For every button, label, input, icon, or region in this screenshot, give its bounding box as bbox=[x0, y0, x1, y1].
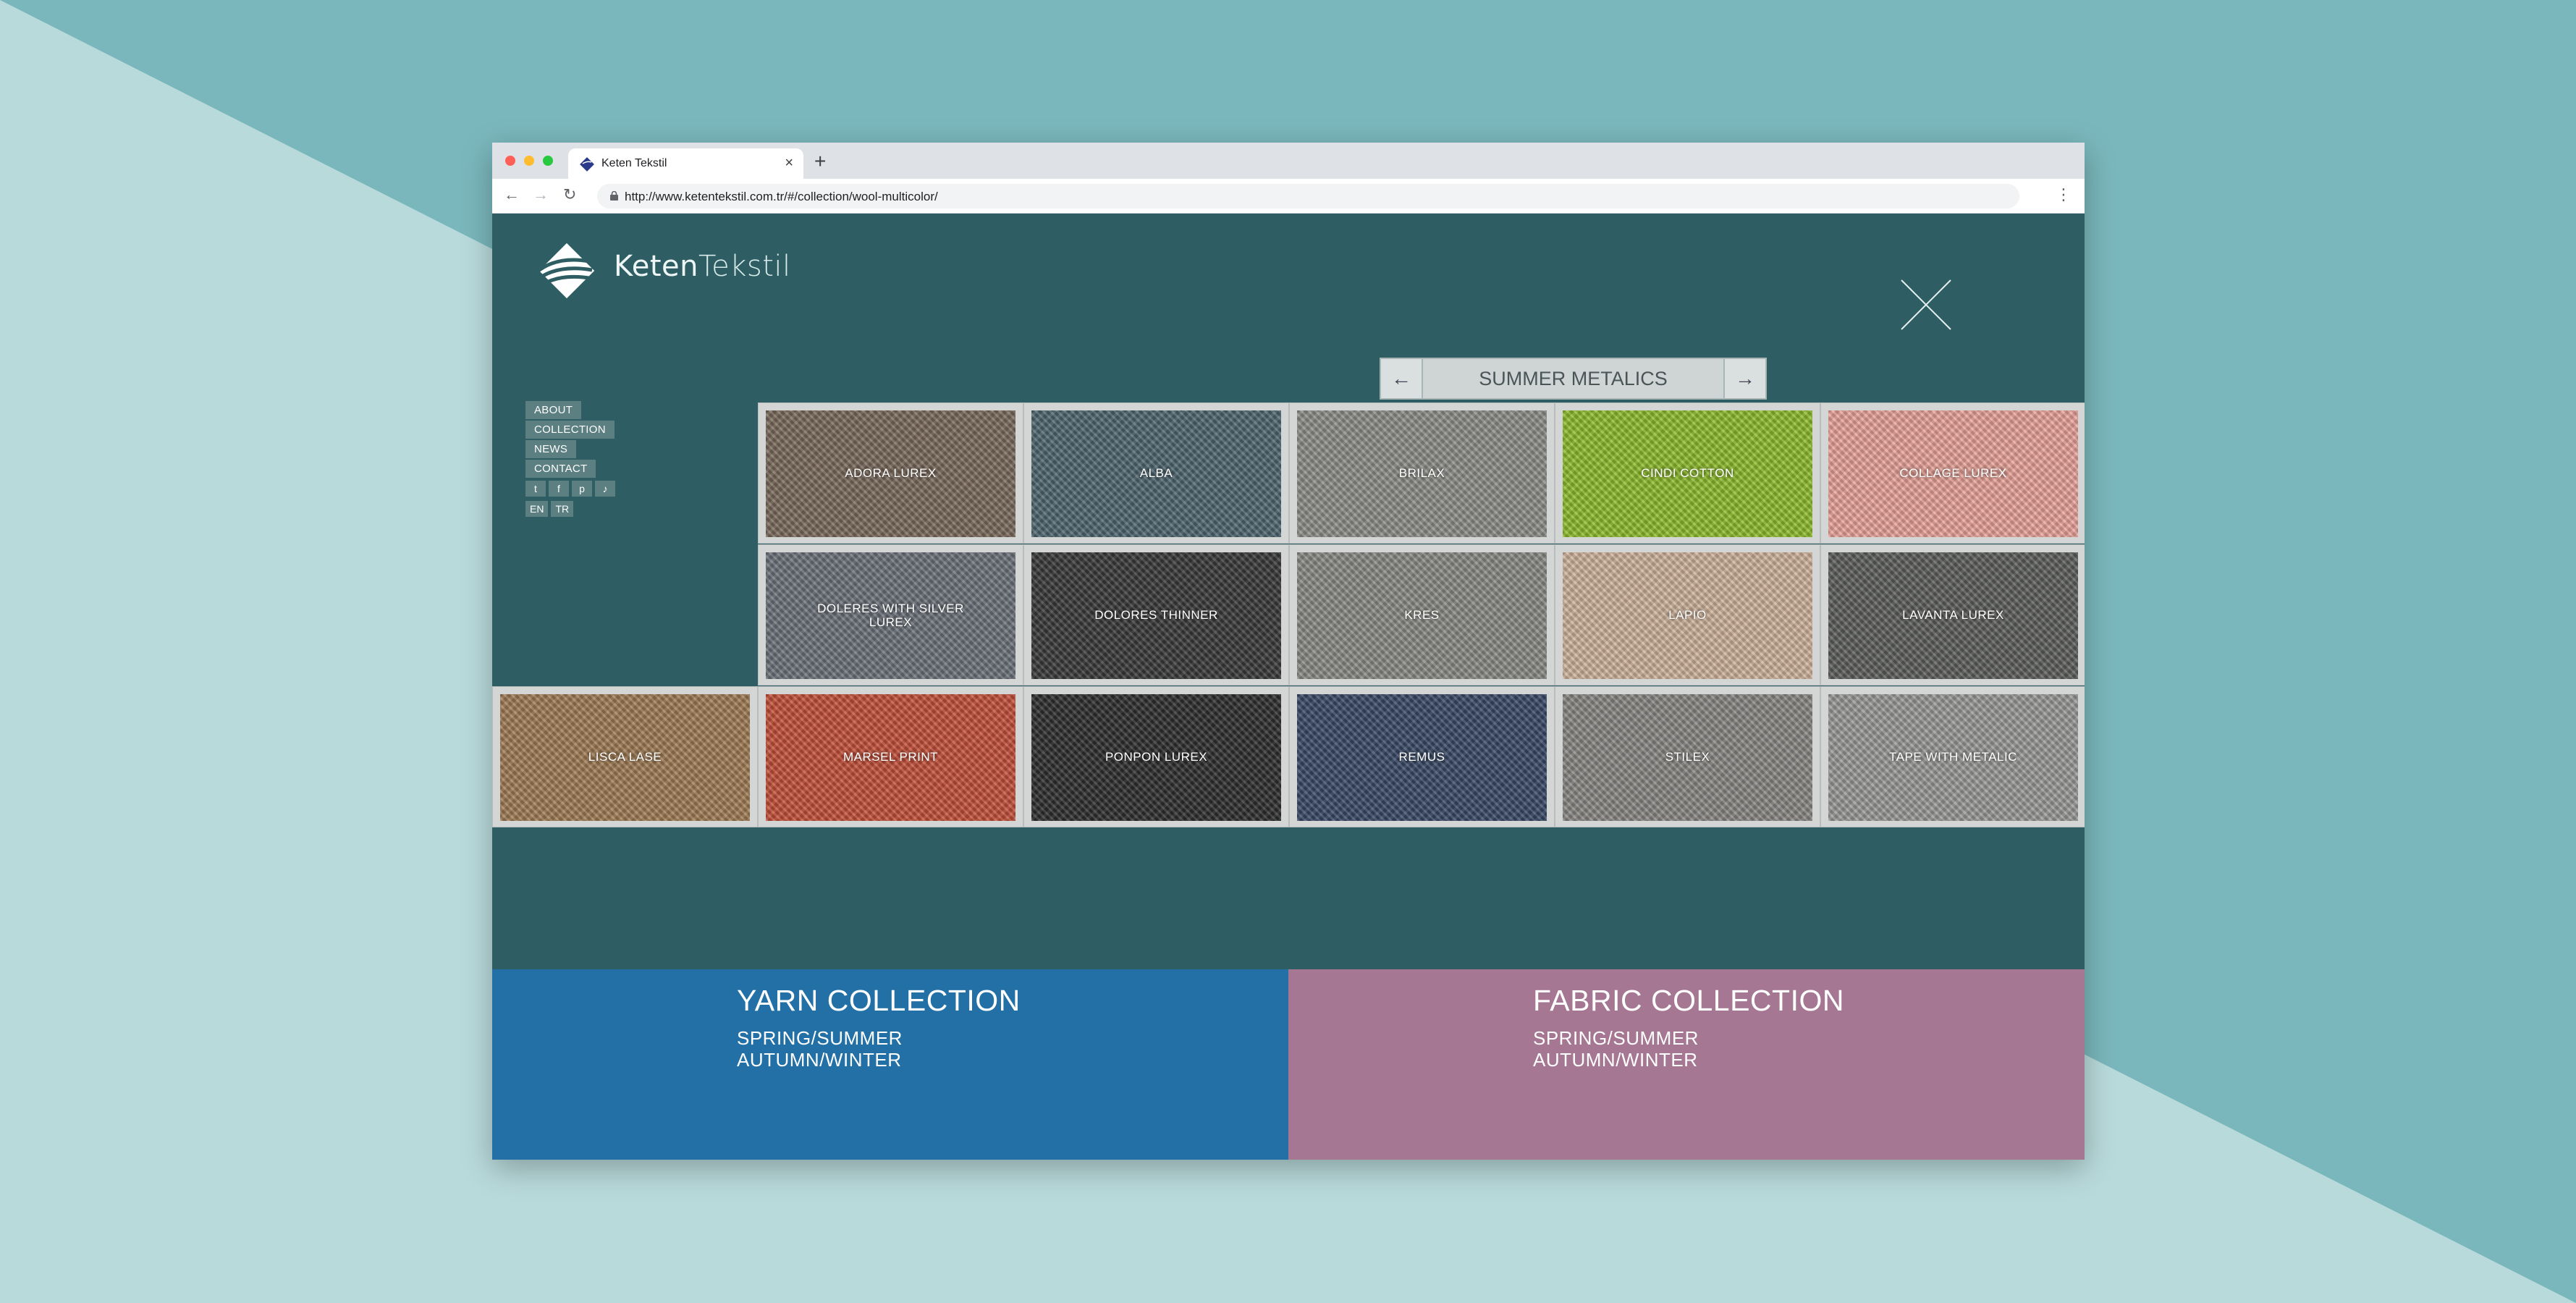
browser-tab[interactable]: Keten Tekstil × bbox=[568, 148, 803, 179]
yarn-collection-title[interactable]: YARN COLLECTION bbox=[737, 984, 1021, 1018]
product-tile[interactable]: MARSEL PRINT bbox=[758, 686, 1023, 827]
collection-title: SUMMER METALICS bbox=[1479, 368, 1668, 389]
product-tile[interactable]: PONPON LUREX bbox=[1023, 686, 1289, 827]
fabric-collection-title[interactable]: FABRIC COLLECTION bbox=[1533, 984, 1844, 1018]
maximize-window-button[interactable] bbox=[543, 156, 553, 166]
prev-collection-button[interactable]: ← bbox=[1381, 359, 1423, 398]
fabric-collection-panel[interactable]: FABRIC COLLECTION SPRING/SUMMER AUTUMN/W… bbox=[1288, 969, 2085, 1160]
product-tile[interactable]: TAPE WITH METALIC bbox=[1820, 686, 2085, 827]
product-tile[interactable]: REMUS bbox=[1289, 686, 1555, 827]
twitter-icon[interactable]: t bbox=[525, 481, 546, 497]
product-name: ALBA bbox=[1139, 466, 1173, 481]
fabric-spring-summer-link[interactable]: SPRING/SUMMER bbox=[1533, 1027, 1699, 1050]
product-name: KRES bbox=[1404, 608, 1440, 623]
product-name: BRILAX bbox=[1398, 466, 1445, 481]
product-name: LAPIO bbox=[1668, 608, 1707, 623]
new-tab-button[interactable]: + bbox=[814, 150, 826, 173]
product-tile[interactable]: DOLERES WITH SILVER LUREX bbox=[758, 544, 1023, 686]
product-name: LAVANTA LUREX bbox=[1902, 608, 2004, 623]
yarn-autumn-winter-link[interactable]: AUTUMN/WINTER bbox=[737, 1049, 901, 1071]
menu-about[interactable]: ABOUT bbox=[525, 401, 582, 419]
reload-button[interactable]: ↻ bbox=[563, 185, 576, 204]
tab-close-icon[interactable]: × bbox=[785, 155, 793, 172]
product-name: MARSEL PRINT bbox=[843, 750, 938, 764]
browser-menu-icon[interactable]: ⋮ bbox=[2056, 185, 2072, 204]
favicon-icon bbox=[580, 157, 594, 172]
product-tile[interactable]: KRES bbox=[1289, 544, 1555, 686]
yarn-spring-summer-link[interactable]: SPRING/SUMMER bbox=[737, 1027, 903, 1050]
brand-part-2: Tekstil bbox=[698, 250, 791, 283]
product-name: DOLERES WITH SILVER LUREX bbox=[817, 601, 964, 629]
tab-title: Keten Tekstil bbox=[601, 157, 667, 169]
brand-name[interactable]: KetenTekstil bbox=[614, 250, 791, 283]
product-tile[interactable]: COLLAGE LUREX bbox=[1820, 402, 2085, 544]
browser-window: Keten Tekstil × + ← → ↻ http://www.keten… bbox=[492, 143, 2085, 1160]
close-icon[interactable] bbox=[1900, 279, 1952, 331]
product-tile[interactable]: LAPIO bbox=[1555, 544, 1820, 686]
next-collection-button[interactable]: → bbox=[1723, 359, 1765, 398]
back-button[interactable]: ← bbox=[504, 185, 520, 204]
close-window-button[interactable] bbox=[505, 156, 515, 166]
social-links: t f p ♪ bbox=[525, 481, 615, 497]
brand-part-1: Keten bbox=[614, 250, 698, 283]
product-name: ADORA LUREX bbox=[845, 466, 937, 481]
product-name: DOLORES THINNER bbox=[1094, 608, 1218, 623]
menu-news[interactable]: NEWS bbox=[525, 440, 577, 458]
sound-icon[interactable]: ♪ bbox=[595, 481, 615, 497]
lang-en[interactable]: EN bbox=[525, 501, 549, 517]
tab-strip: Keten Tekstil × + bbox=[492, 143, 2085, 179]
product-name: TAPE WITH METALIC bbox=[1889, 750, 2017, 764]
product-name: REMUS bbox=[1398, 750, 1445, 764]
product-tile[interactable]: ALBA bbox=[1023, 402, 1289, 544]
menu-contact[interactable]: CONTACT bbox=[525, 460, 596, 478]
lock-icon bbox=[610, 191, 618, 201]
product-tile[interactable]: ADORA LUREX bbox=[758, 402, 1023, 544]
fabric-autumn-winter-link[interactable]: AUTUMN/WINTER bbox=[1533, 1049, 1697, 1071]
minimize-window-button[interactable] bbox=[524, 156, 534, 166]
product-name: CINDI COTTON bbox=[1641, 466, 1734, 481]
product-tile[interactable]: CINDI COTTON bbox=[1555, 402, 1820, 544]
forward-button[interactable]: → bbox=[533, 185, 549, 204]
product-tile[interactable]: BRILAX bbox=[1289, 402, 1555, 544]
address-bar[interactable]: http://www.ketentekstil.com.tr/#/collect… bbox=[597, 184, 2019, 208]
page-content: KetenTekstil ABOUT COLLECTION NEWS CONTA… bbox=[492, 214, 2085, 1160]
lang-tr[interactable]: TR bbox=[551, 501, 574, 517]
menu-collection[interactable]: COLLECTION bbox=[525, 421, 615, 439]
collection-footer: YARN COLLECTION SPRING/SUMMER AUTUMN/WIN… bbox=[492, 969, 2085, 1160]
collection-nav: ← SUMMER METALICS → bbox=[1380, 358, 1767, 400]
product-tile[interactable]: LAVANTA LUREX bbox=[1820, 544, 2085, 686]
product-tile[interactable]: STILEX bbox=[1555, 686, 1820, 827]
product-name: STILEX bbox=[1665, 750, 1710, 764]
pinterest-icon[interactable]: p bbox=[572, 481, 592, 497]
language-switcher: EN TR bbox=[525, 501, 615, 517]
product-tile[interactable]: DOLORES THINNER bbox=[1023, 544, 1289, 686]
facebook-icon[interactable]: f bbox=[549, 481, 569, 497]
yarn-collection-panel[interactable]: YARN COLLECTION SPRING/SUMMER AUTUMN/WIN… bbox=[492, 969, 1288, 1160]
keten-logo-icon[interactable] bbox=[527, 231, 607, 311]
side-menu: ABOUT COLLECTION NEWS CONTACT t f p ♪ EN… bbox=[525, 401, 615, 517]
browser-toolbar: ← → ↻ http://www.ketentekstil.com.tr/#/c… bbox=[492, 179, 2085, 214]
url-text: http://www.ketentekstil.com.tr/#/collect… bbox=[625, 190, 938, 203]
product-name: PONPON LUREX bbox=[1105, 750, 1208, 764]
product-tile[interactable]: LISCA LASE bbox=[492, 686, 758, 827]
product-name: LISCA LASE bbox=[588, 750, 662, 764]
product-name: COLLAGE LUREX bbox=[1899, 466, 2007, 481]
